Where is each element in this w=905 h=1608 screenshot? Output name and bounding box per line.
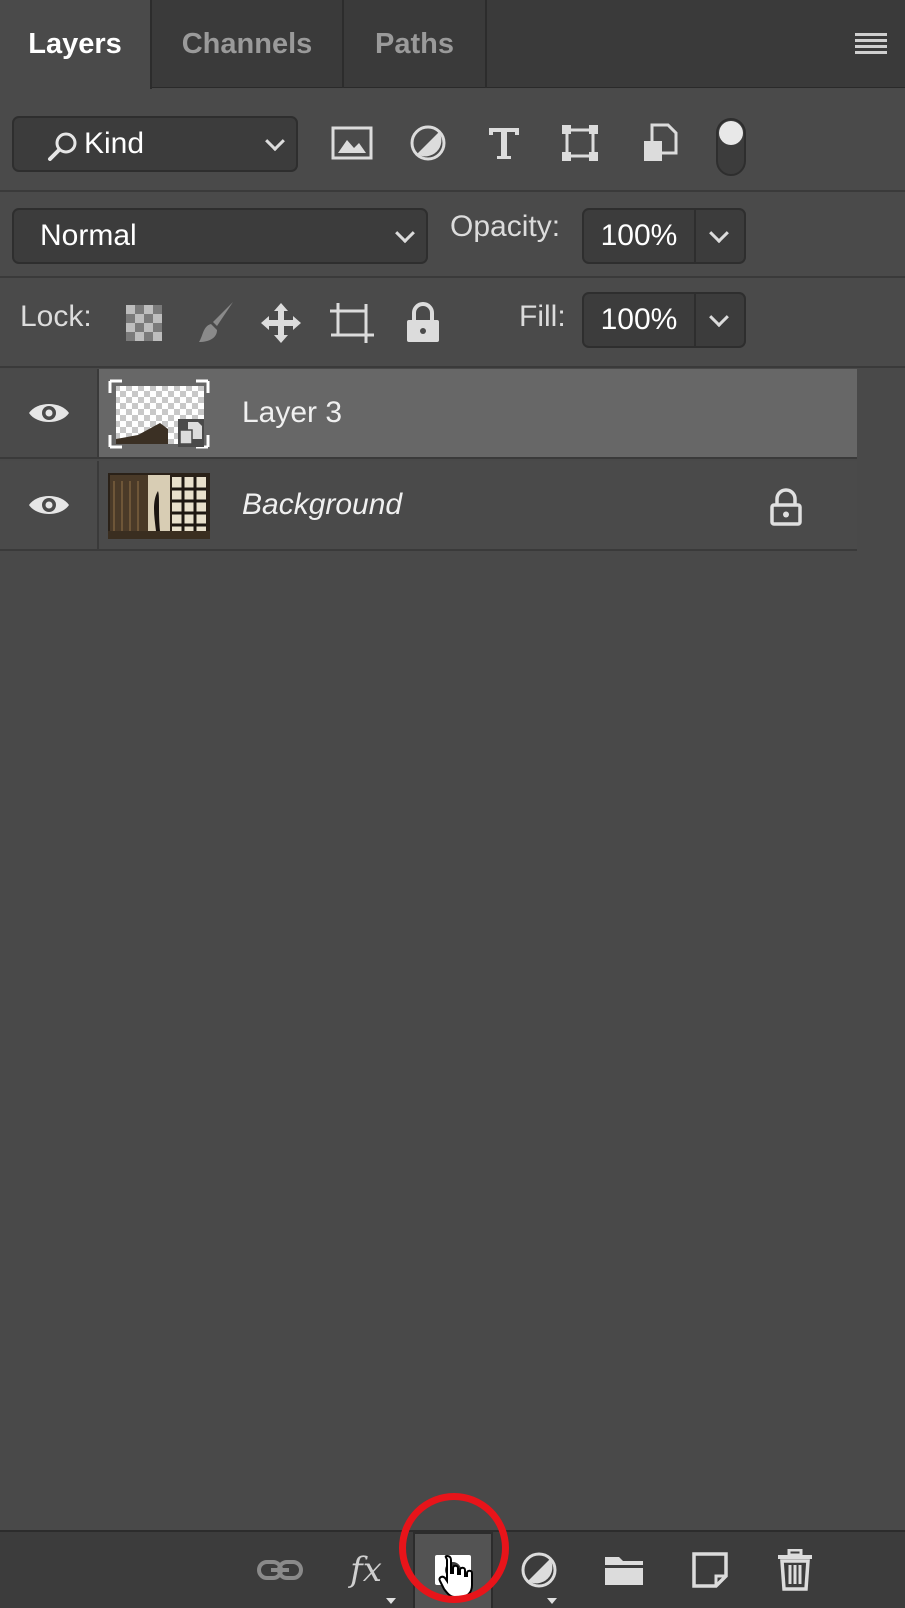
chevron-down-icon[interactable]	[709, 307, 729, 328]
highlight-circle	[399, 1493, 509, 1603]
type-filter-icon[interactable]	[480, 119, 528, 167]
fill-label: Fill:	[519, 300, 566, 333]
adjustment-layer-icon[interactable]	[513, 1544, 565, 1604]
tab-channels[interactable]: Channels	[152, 0, 344, 88]
layer-name[interactable]: Layer 3	[242, 369, 342, 457]
opacity-value[interactable]: 100%	[584, 210, 696, 262]
lock-transparent-pixels-icon[interactable]	[121, 300, 167, 346]
dropdown-triangle-icon	[386, 1598, 396, 1604]
group-folder-icon[interactable]	[598, 1544, 650, 1596]
visibility-toggle[interactable]	[0, 461, 99, 549]
filter-toggle-icon[interactable]	[716, 118, 746, 176]
tab-layers[interactable]: Layers	[0, 0, 152, 89]
trash-icon[interactable]	[769, 1544, 821, 1596]
fx-icon[interactable]: fx	[340, 1544, 396, 1604]
lock-all-icon[interactable]	[400, 300, 446, 346]
eye-icon	[28, 496, 69, 514]
lock-image-pixels-icon[interactable]	[193, 300, 239, 346]
layer-thumbnail[interactable]	[108, 379, 210, 449]
filter-row: Kind	[0, 89, 905, 192]
panel-tab-bar: Layers Channels Paths	[0, 0, 905, 89]
blend-mode-dropdown[interactable]: Normal	[12, 208, 428, 264]
lock-row: Lock: Fill: 100%	[0, 278, 905, 368]
shape-filter-icon[interactable]	[556, 119, 604, 167]
lock-artboard-icon[interactable]	[329, 300, 375, 346]
layer-thumbnail[interactable]	[108, 471, 210, 541]
fx-label: fx	[350, 1550, 382, 1590]
chevron-down-icon	[395, 223, 415, 244]
fill-field[interactable]: 100%	[582, 292, 746, 348]
adjustment-filter-icon[interactable]	[404, 119, 452, 167]
fill-value[interactable]: 100%	[584, 294, 696, 346]
panel-menu-icon[interactable]	[855, 33, 887, 55]
opacity-label: Opacity:	[450, 210, 561, 243]
blend-row: Normal Opacity: 100%	[0, 192, 905, 278]
link-layers-icon[interactable]	[254, 1544, 306, 1596]
kind-filter-label: Kind	[84, 127, 145, 160]
lock-icon[interactable]	[769, 488, 803, 526]
opacity-field[interactable]: 100%	[582, 208, 746, 264]
chevron-down-icon	[265, 131, 285, 152]
blend-mode-value: Normal	[40, 219, 137, 252]
layer-row-background[interactable]: Background	[0, 461, 857, 551]
layer-name[interactable]: Background	[242, 461, 402, 549]
dropdown-triangle-icon	[547, 1598, 557, 1604]
image-filter-icon[interactable]	[328, 119, 376, 167]
chevron-down-icon[interactable]	[709, 223, 729, 244]
visibility-toggle[interactable]	[0, 369, 99, 457]
new-layer-icon[interactable]	[684, 1544, 736, 1596]
layer-row-layer-3[interactable]: Layer 3	[0, 369, 857, 459]
lock-label: Lock:	[20, 300, 92, 333]
eye-icon	[28, 404, 69, 422]
smart-object-filter-icon[interactable]	[636, 119, 684, 167]
tab-paths[interactable]: Paths	[344, 0, 487, 88]
kind-filter-dropdown[interactable]: Kind	[12, 116, 298, 172]
search-icon	[48, 132, 77, 161]
lock-position-icon[interactable]	[258, 300, 304, 346]
